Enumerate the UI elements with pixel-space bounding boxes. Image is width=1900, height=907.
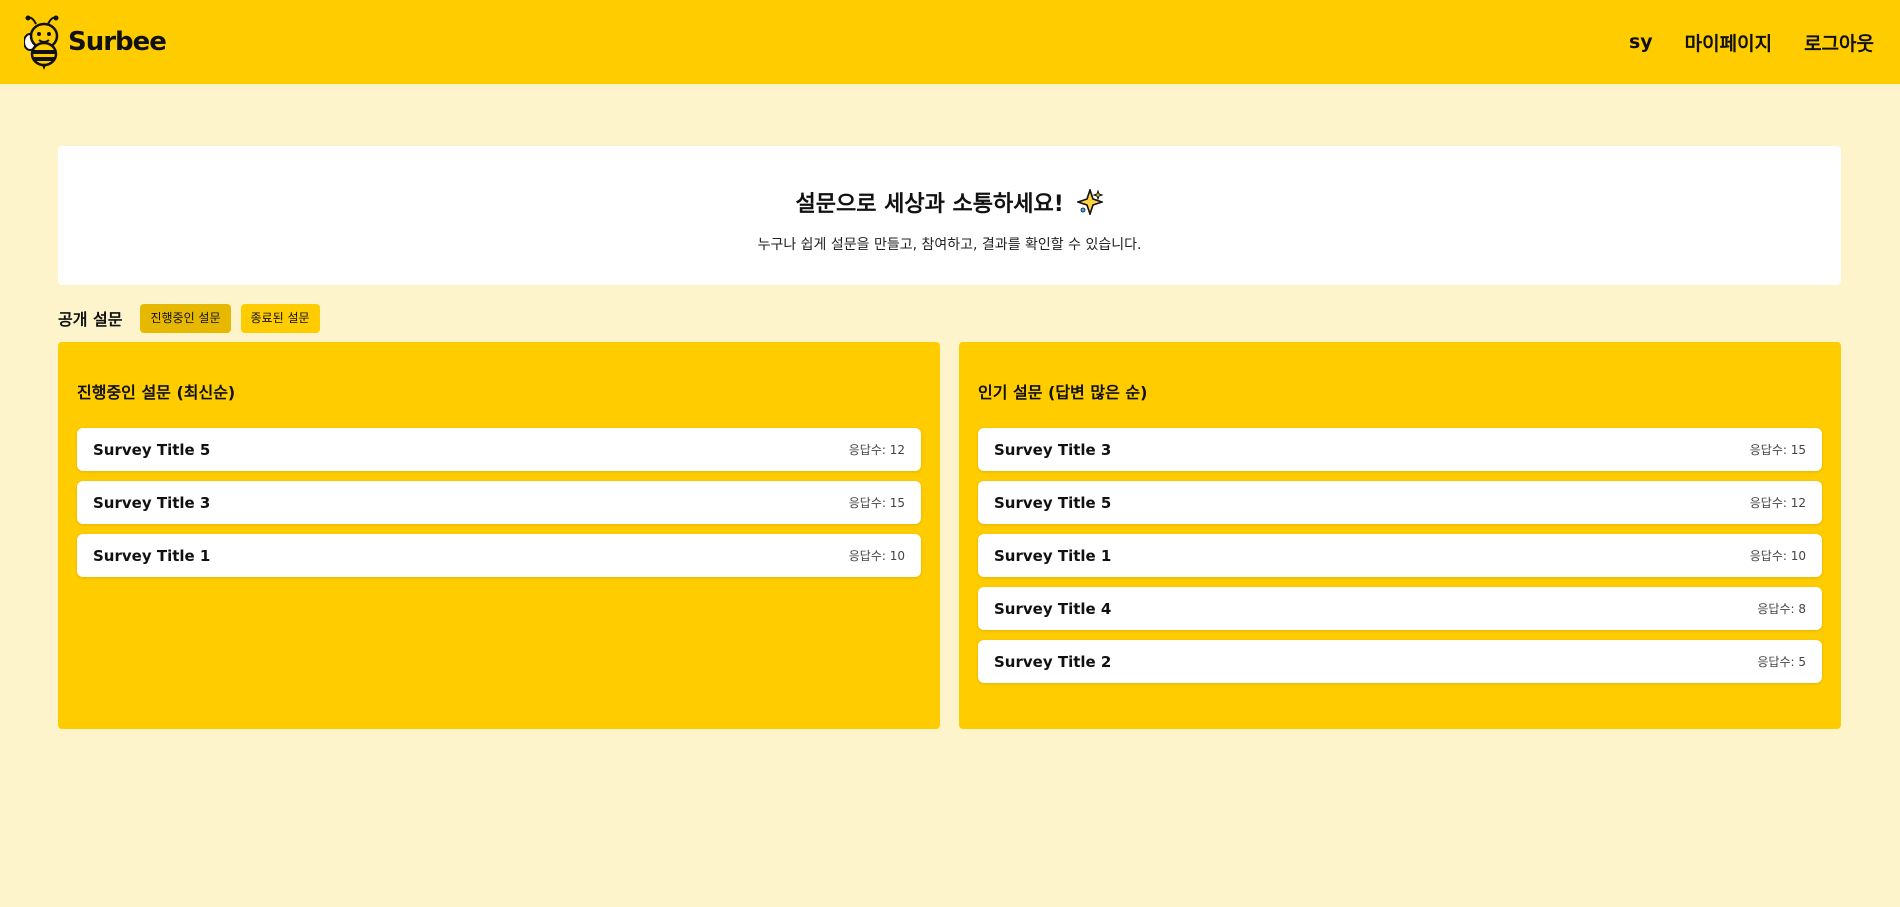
survey-filter-bar: 공개 설문 진행중인 설문 종료된 설문	[58, 303, 330, 333]
brand-logo[interactable]: Surbee	[24, 14, 167, 70]
bee-icon	[24, 15, 59, 70]
survey-list-item[interactable]: Survey Title 2 응답수: 5	[978, 640, 1822, 683]
survey-title: Survey Title 1	[93, 546, 211, 565]
survey-list: Survey Title 5 응답수: 12 Survey Title 3 응답…	[77, 428, 921, 587]
panel-title: 진행중인 설문 (최신순)	[77, 383, 236, 402]
response-count: 응답수: 5	[1757, 655, 1806, 669]
nav-username[interactable]: sy	[1629, 31, 1653, 53]
survey-title: Survey Title 5	[93, 440, 211, 459]
survey-list-item[interactable]: Survey Title 5 응답수: 12	[77, 428, 921, 471]
survey-list-item[interactable]: Survey Title 3 응답수: 15	[978, 428, 1822, 471]
section-title: 공개 설문	[58, 310, 123, 329]
sparkle-icon	[1077, 189, 1104, 215]
filter-ongoing-button[interactable]: 진행중인 설문	[140, 303, 231, 333]
survey-list: Survey Title 3 응답수: 15 Survey Title 5 응답…	[978, 428, 1822, 693]
survey-title: Survey Title 4	[994, 599, 1112, 618]
nav-logout[interactable]: 로그아웃	[1804, 29, 1874, 56]
response-count: 응답수: 12	[848, 443, 905, 457]
response-count: 응답수: 10	[1749, 549, 1806, 563]
hero-title: 설문으로 세상과 소통하세요!	[795, 192, 1064, 217]
nav-mypage[interactable]: 마이페이지	[1685, 29, 1772, 56]
brand-name: Surbee	[68, 27, 167, 57]
survey-title: Survey Title 2	[994, 652, 1112, 671]
filter-ended-button[interactable]: 종료된 설문	[240, 303, 320, 333]
response-count: 응답수: 15	[1749, 443, 1806, 457]
response-count: 응답수: 10	[848, 549, 905, 563]
popular-surveys-panel: 인기 설문 (답변 많은 순) Survey Title 3 응답수: 15 S…	[959, 342, 1841, 729]
survey-list-item[interactable]: Survey Title 5 응답수: 12	[978, 481, 1822, 524]
panel-title: 인기 설문 (답변 많은 순)	[978, 383, 1148, 402]
hero-subtitle: 누구나 쉽게 설문을 만들고, 참여하고, 결과를 확인할 수 있습니다.	[757, 237, 1142, 253]
survey-list-item[interactable]: Survey Title 1 응답수: 10	[77, 534, 921, 577]
response-count: 응답수: 12	[1749, 496, 1806, 510]
survey-title: Survey Title 3	[93, 493, 211, 512]
survey-list-item[interactable]: Survey Title 3 응답수: 15	[77, 481, 921, 524]
top-header: Surbee sy 마이페이지 로그아웃	[0, 0, 1900, 84]
survey-title: Survey Title 5	[994, 493, 1112, 512]
hero-banner: 설문으로 세상과 소통하세요! 누구나 쉽게 설문을 만들고, 참여하고, 결과…	[58, 146, 1841, 285]
recent-surveys-panel: 진행중인 설문 (최신순) Survey Title 5 응답수: 12 Sur…	[58, 342, 940, 729]
response-count: 응답수: 8	[1757, 602, 1806, 616]
response-count: 응답수: 15	[848, 496, 905, 510]
survey-list-item[interactable]: Survey Title 4 응답수: 8	[978, 587, 1822, 630]
top-nav: sy 마이페이지 로그아웃	[1629, 0, 1874, 84]
survey-title: Survey Title 3	[994, 440, 1112, 459]
hero-title-row: 설문으로 세상과 소통하세요!	[58, 186, 1841, 218]
survey-title: Survey Title 1	[994, 546, 1112, 565]
survey-list-item[interactable]: Survey Title 1 응답수: 10	[978, 534, 1822, 577]
